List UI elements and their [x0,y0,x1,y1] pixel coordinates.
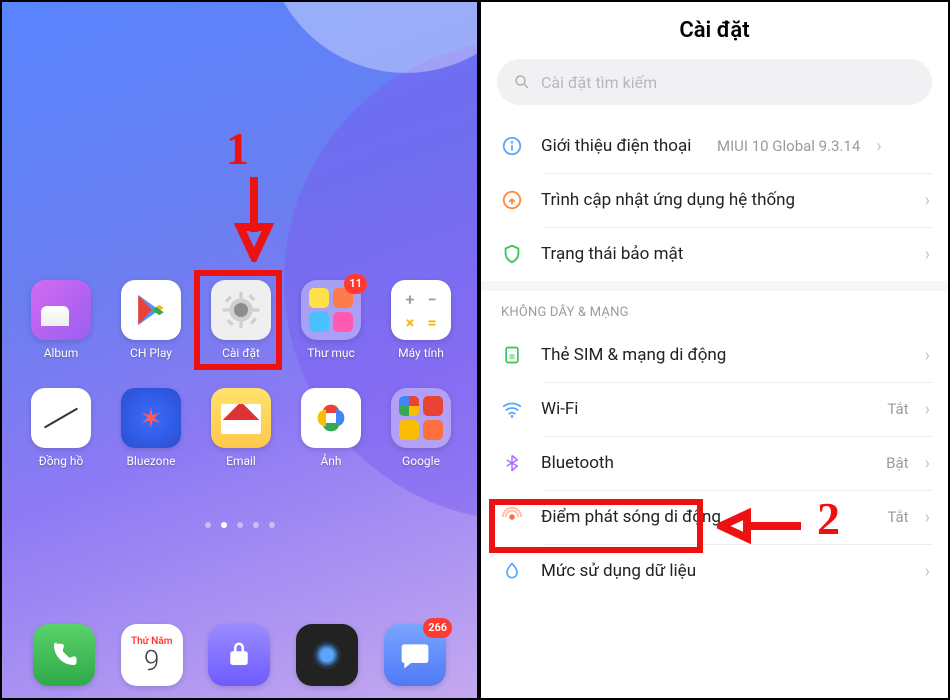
app-label: Bluezone [126,454,175,468]
row-system-updater[interactable]: Trình cập nhật ứng dụng hệ thống › [481,173,948,227]
app-folder[interactable]: 11 Thư mục [292,280,370,360]
play-store-icon [121,280,181,340]
search-icon [513,73,531,91]
app-calculator[interactable]: +− ×= Máy tính [382,280,460,360]
chevron-right-icon: › [925,453,930,474]
row-data-usage[interactable]: Mức sử dụng dữ liệu › [481,544,948,598]
row-label: Trình cập nhật ứng dụng hệ thống [541,190,909,210]
album-icon [31,280,91,340]
shield-icon [499,243,525,265]
row-value: Tắt [887,508,908,526]
row-about-phone[interactable]: Giới thiệu điện thoại MIUI 10 Global 9.3… [481,119,948,173]
dock-security[interactable] [200,624,278,686]
calendar-icon: Thứ Năm 9 [121,624,183,686]
page-title: Cài đặt [481,2,948,55]
dock: Thứ Năm 9 266 [2,624,477,686]
section-header-wireless: KHÔNG DÂY & MẠNG [481,291,948,328]
chevron-right-icon: › [925,507,930,528]
data-usage-icon [499,560,525,582]
chevron-right-icon: › [925,244,930,265]
badge: 11 [344,274,367,294]
camera-icon [296,624,358,686]
row-label: Mức sử dụng dữ liệu [541,561,909,581]
bluezone-icon [121,388,181,448]
chevron-right-icon: › [925,190,930,211]
app-label: Album [44,346,79,360]
wifi-icon [499,398,525,420]
badge: 266 [423,618,452,638]
app-album[interactable]: Album [22,280,100,360]
row-value: Tắt [887,400,908,418]
row-sim[interactable]: Thẻ SIM & mạng di động › [481,328,948,382]
folder-icon [391,388,451,448]
row-bluetooth[interactable]: Bluetooth Bật › [481,436,948,490]
sim-icon [499,344,525,366]
app-photos[interactable]: Ảnh [292,388,370,468]
settings-screen: Cài đặt Cài đặt tìm kiếm Giới thiệu điện… [481,2,948,698]
calendar-day: 9 [144,647,160,675]
clock-icon [31,388,91,448]
search-input[interactable]: Cài đặt tìm kiếm [497,59,932,105]
app-label: Thư mục [307,346,355,360]
gear-icon [211,280,271,340]
app-google-folder[interactable]: Google [382,388,460,468]
dock-phone[interactable] [25,624,103,686]
dock-messages[interactable]: 266 [376,624,454,686]
dock-camera[interactable] [288,624,366,686]
app-bluezone[interactable]: Bluezone [112,388,190,468]
app-ch-play[interactable]: CH Play [112,280,190,360]
row-label: Điểm phát sóng di động [541,507,871,527]
page-indicator[interactable] [2,522,477,528]
row-value: MIUI 10 Global 9.3.14 [717,137,860,155]
chevron-right-icon: › [925,561,930,582]
app-label: Cài đặt [222,346,260,360]
app-grid: Album CH Play Cài đặt 11 Thư mục [2,280,477,468]
app-label: Đồng hồ [39,454,84,468]
dock-calendar[interactable]: Thứ Năm 9 [113,624,191,686]
phone-icon [33,624,95,686]
row-security-status[interactable]: Trạng thái bảo mật › [481,227,948,281]
row-label: Giới thiệu điện thoại [541,136,701,156]
row-label: Thẻ SIM & mạng di động [541,345,909,365]
bluetooth-icon [499,452,525,474]
chevron-right-icon: › [925,345,930,366]
hotspot-icon [499,506,525,528]
app-label: Ảnh [320,454,341,468]
row-hotspot[interactable]: Điểm phát sóng di động Tắt › [481,490,948,544]
chevron-right-icon: › [925,399,930,420]
row-wifi[interactable]: Wi-Fi Tắt › [481,382,948,436]
photos-icon [301,388,361,448]
search-placeholder: Cài đặt tìm kiếm [541,73,657,92]
email-icon [211,388,271,448]
folder-icon: 11 [301,280,361,340]
annotation-step-1-number: 1 [226,122,249,175]
app-label: Google [402,454,440,468]
app-label: CH Play [130,346,172,360]
row-label: Wi-Fi [541,399,871,419]
app-label: Máy tính [398,346,444,360]
info-icon [499,135,525,157]
messages-icon: 266 [384,624,446,686]
app-email[interactable]: Email [202,388,280,468]
update-icon [499,189,525,211]
app-label: Email [226,454,256,468]
chevron-right-icon: › [876,136,881,157]
annotation-arrow-down-icon [234,172,274,262]
calculator-icon: +− ×= [391,280,451,340]
lock-icon [208,624,270,686]
app-clock[interactable]: Đồng hồ [22,388,100,468]
app-settings[interactable]: Cài đặt [202,280,280,360]
row-label: Bluetooth [541,453,870,473]
row-label: Trạng thái bảo mật [541,244,909,264]
row-value: Bật [886,454,908,472]
home-screen: Album CH Play Cài đặt 11 Thư mục [2,2,477,698]
